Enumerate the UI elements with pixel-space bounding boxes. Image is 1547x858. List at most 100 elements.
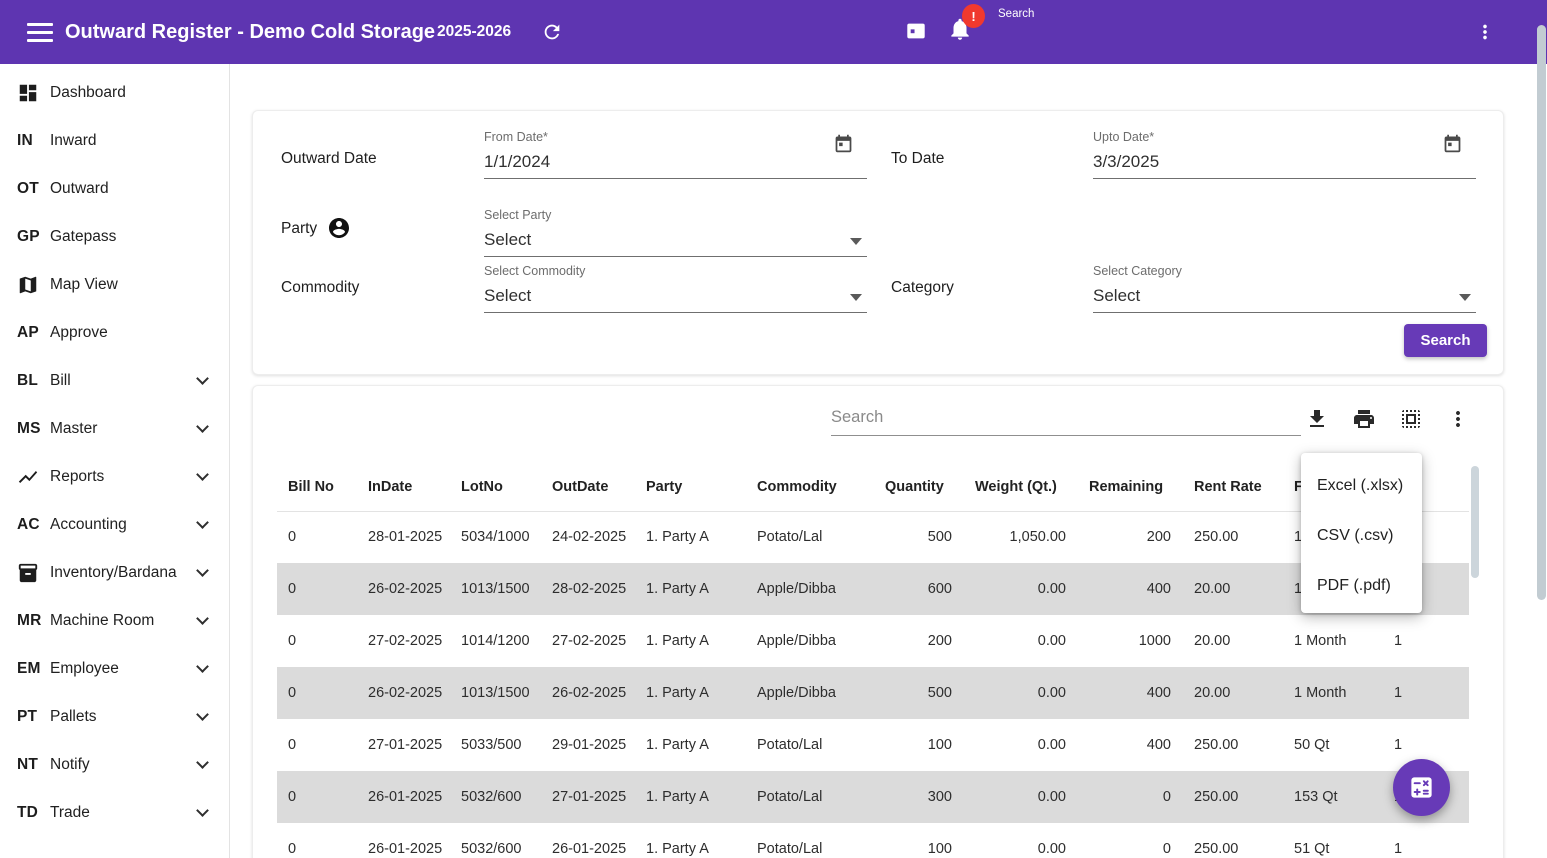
- menu-item-pdf-pdf[interactable]: PDF (.pdf): [1301, 561, 1422, 611]
- column-header-t[interactable]: T: [1433, 463, 1469, 511]
- sidebar-item-employee[interactable]: EMEmployee: [0, 645, 229, 693]
- outward-register-table-card: Bill NoInDateLotNoOutDatePartyCommodityQ…: [252, 385, 1504, 858]
- cell: 1. Party A: [635, 823, 746, 858]
- sidebar-item-accounting[interactable]: ACAccounting: [0, 501, 229, 549]
- cell: 51 Qt: [1283, 823, 1363, 858]
- cell: 0.00: [964, 823, 1078, 858]
- dropdown-arrow-icon: [1459, 294, 1471, 301]
- table-row[interactable]: 026-02-20251013/150026-02-20251. Party A…: [277, 667, 1469, 719]
- map-icon: [17, 274, 50, 296]
- category-select-floating-label: Select Category: [1093, 261, 1476, 278]
- cell: 1. Party A: [635, 563, 746, 615]
- table-row[interactable]: 026-01-20255032/60026-01-20251. Party AP…: [277, 823, 1469, 858]
- commodity-select[interactable]: Select Commodity Select: [484, 261, 867, 313]
- table-scrollbar-thumb[interactable]: [1471, 466, 1479, 578]
- table-search-input[interactable]: [831, 404, 1301, 436]
- calculator-fab[interactable]: [1393, 759, 1450, 816]
- page-scrollbar[interactable]: [1536, 0, 1547, 858]
- financial-year[interactable]: 2025-2026: [437, 0, 511, 64]
- refresh-icon[interactable]: [541, 21, 563, 43]
- table-row[interactable]: 028-01-20255034/100024-02-20251. Party A…: [277, 511, 1469, 563]
- column-header-outdate[interactable]: OutDate: [541, 463, 635, 511]
- column-header-rent-rate[interactable]: Rent Rate: [1183, 463, 1283, 511]
- table-search: [831, 404, 1301, 436]
- to-date-label: To Date: [891, 150, 944, 168]
- sidebar-item-master[interactable]: MSMaster: [0, 405, 229, 453]
- column-header-commodity[interactable]: Commodity: [746, 463, 874, 511]
- menu-item-excel-xlsx[interactable]: Excel (.xlsx): [1301, 461, 1422, 511]
- sidebar-item-trade[interactable]: TDTrade: [0, 789, 229, 837]
- download-icon[interactable]: [1303, 405, 1331, 433]
- upto-date-floating-label: Upto Date*: [1093, 127, 1476, 144]
- sidebar-item-map-view[interactable]: Map View: [0, 261, 229, 309]
- cell: 1. Party A: [635, 771, 746, 823]
- picture-in-picture-icon[interactable]: [905, 20, 927, 42]
- calendar-icon[interactable]: [833, 133, 854, 159]
- print-icon[interactable]: [1350, 405, 1378, 433]
- column-header-party[interactable]: Party: [635, 463, 746, 511]
- table-row[interactable]: 027-02-20251014/120027-02-20251. Party A…: [277, 615, 1469, 667]
- sidebar-item-approve[interactable]: APApprove: [0, 309, 229, 357]
- from-date-floating-label: From Date*: [484, 127, 867, 144]
- calendar-icon[interactable]: [1442, 133, 1463, 159]
- sidebar-item-reports[interactable]: Reports: [0, 453, 229, 501]
- column-header-remaining[interactable]: Remaining: [1078, 463, 1183, 511]
- upto-date-field[interactable]: Upto Date* 3/3/2025: [1093, 127, 1476, 179]
- sidebar-item-inventory-bardana[interactable]: Inventory/Bardana: [0, 549, 229, 597]
- select-all-icon[interactable]: [1397, 405, 1425, 433]
- column-header-weight-qt[interactable]: Weight (Qt.): [964, 463, 1078, 511]
- column-header-lotno[interactable]: LotNo: [450, 463, 541, 511]
- sidebar-item-notify[interactable]: NTNotify: [0, 741, 229, 789]
- chevron-down-icon: [196, 372, 209, 385]
- search-button[interactable]: Search: [1404, 324, 1487, 357]
- sidebar-prefix: TD: [17, 804, 50, 822]
- table-row[interactable]: 026-02-20251013/150028-02-20251. Party A…: [277, 563, 1469, 615]
- chevron-down-icon: [196, 660, 209, 673]
- sidebar-item-machine-room[interactable]: MRMachine Room: [0, 597, 229, 645]
- cell: 100: [874, 719, 964, 771]
- chevron-down-icon: [196, 612, 209, 625]
- sidebar-item-bill[interactable]: BLBill: [0, 357, 229, 405]
- sidebar-item-label: Machine Room: [50, 612, 154, 630]
- cell: 1 Month: [1283, 667, 1363, 719]
- column-header-bill-no[interactable]: Bill No: [277, 463, 357, 511]
- chevron-down-icon: [196, 420, 209, 433]
- cell: 27-01-2025: [357, 719, 450, 771]
- more-options-icon[interactable]: [1474, 21, 1496, 43]
- table-row[interactable]: 026-01-20255032/60027-01-20251. Party AP…: [277, 771, 1469, 823]
- chevron-down-icon: [196, 516, 209, 529]
- cell: 24-02-2025: [541, 511, 635, 563]
- category-select[interactable]: Select Category Select: [1093, 261, 1476, 313]
- menu-icon[interactable]: [27, 23, 53, 42]
- sidebar-prefix: AC: [17, 516, 50, 534]
- sidebar-item-inward[interactable]: INInward: [0, 117, 229, 165]
- cell: 0: [1078, 771, 1183, 823]
- dropdown-arrow-icon: [850, 294, 862, 301]
- inventory-icon: [17, 562, 50, 584]
- from-date-field[interactable]: From Date* 1/1/2024: [484, 127, 867, 179]
- sidebar-item-gatepass[interactable]: GPGatepass: [0, 213, 229, 261]
- cell: 0: [277, 511, 357, 563]
- cell: [1433, 615, 1469, 667]
- sidebar-item-dashboard[interactable]: Dashboard: [0, 69, 229, 117]
- sidebar-item-outward[interactable]: OTOutward: [0, 165, 229, 213]
- chevron-down-icon: [196, 708, 209, 721]
- cell: 400: [1078, 719, 1183, 771]
- commodity-select-floating-label: Select Commodity: [484, 261, 867, 278]
- cell: 500: [874, 667, 964, 719]
- cell: 1. Party A: [635, 667, 746, 719]
- menu-item-csv-csv[interactable]: CSV (.csv): [1301, 511, 1422, 561]
- sidebar-item-pallets[interactable]: PTPallets: [0, 693, 229, 741]
- table-row[interactable]: 027-01-20255033/50029-01-20251. Party AP…: [277, 719, 1469, 771]
- category-select-value: Select: [1093, 286, 1476, 306]
- sidebar-item-label: Inventory/Bardana: [50, 564, 177, 582]
- column-header-quantity[interactable]: Quantity: [874, 463, 964, 511]
- page-scrollbar-thumb[interactable]: [1537, 25, 1546, 600]
- cell: 1. Party A: [635, 615, 746, 667]
- party-select[interactable]: Select Party Select: [484, 205, 867, 257]
- cell: 250.00: [1183, 719, 1283, 771]
- column-header-indate[interactable]: InDate: [357, 463, 450, 511]
- cell: 1: [1363, 615, 1433, 667]
- notification-badge: !: [962, 4, 985, 28]
- more-icon[interactable]: [1444, 405, 1472, 433]
